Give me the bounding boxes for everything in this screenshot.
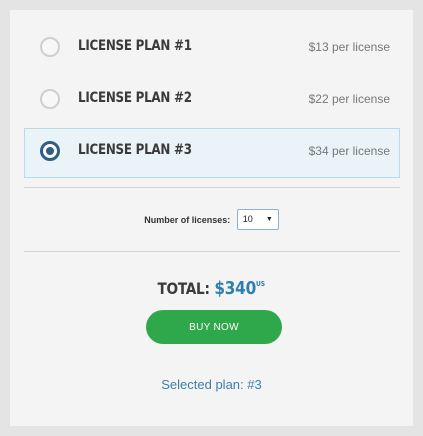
- licenses-row: Number of licenses: 10 ▼: [10, 209, 413, 230]
- plan-price: $22 per license: [308, 92, 390, 106]
- plan-name: LICENSE PLAN #1: [78, 38, 192, 54]
- divider: [24, 187, 400, 188]
- plan-name: LICENSE PLAN #2: [78, 90, 192, 106]
- total: TOTAL: $340US: [10, 278, 413, 299]
- licenses-label: Number of licenses:: [144, 214, 231, 225]
- plan-option-3[interactable]: LICENSE PLAN #3 $34 per license: [24, 128, 400, 178]
- plan-price: $13 per license: [308, 40, 390, 54]
- plan-option-1[interactable]: LICENSE PLAN #1 $13 per license: [24, 24, 400, 74]
- radio-unchecked-icon[interactable]: [40, 37, 60, 57]
- licenses-value: 10: [242, 214, 253, 224]
- radio-checked-icon[interactable]: [40, 141, 60, 161]
- divider: [24, 251, 400, 252]
- selected-plan-value: #3: [247, 377, 262, 392]
- licenses-select[interactable]: 10 ▼: [236, 209, 279, 230]
- radio-unchecked-icon[interactable]: [40, 89, 60, 109]
- selected-plan: Selected plan: #3: [10, 377, 413, 392]
- dropdown-arrow-icon: ▼: [265, 216, 273, 223]
- buy-now-button[interactable]: BUY NOW: [146, 310, 282, 344]
- license-card: LICENSE PLAN #1 $13 per license LICENSE …: [10, 10, 413, 426]
- total-amount: $340: [214, 278, 257, 299]
- total-label: TOTAL:: [157, 279, 210, 298]
- plan-option-2[interactable]: LICENSE PLAN #2 $22 per license: [24, 76, 400, 126]
- total-currency: US: [256, 280, 266, 288]
- plan-name: LICENSE PLAN #3: [78, 142, 192, 158]
- selected-plan-label: Selected plan:: [161, 377, 244, 392]
- plan-price: $34 per license: [308, 144, 390, 158]
